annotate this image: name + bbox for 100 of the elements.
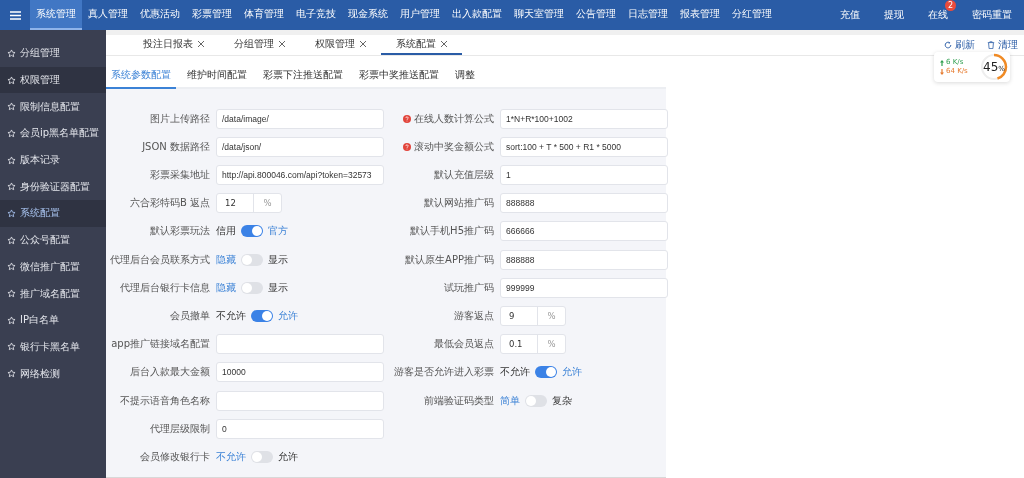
sidebar-label: 身份验证器配置	[20, 179, 90, 194]
sidebar-item[interactable]: IP白名单	[0, 306, 106, 334]
sub-tab[interactable]: 维护时间配置	[182, 63, 252, 89]
star-icon	[7, 102, 16, 112]
header-link[interactable]: 在线 2	[916, 0, 960, 30]
text-field[interactable]: 666666	[500, 221, 668, 242]
sidebar-item[interactable]: 限制信息配置	[0, 93, 106, 121]
tab-label: 系统配置	[396, 36, 436, 51]
sidebar-item[interactable]: 权限管理	[0, 66, 106, 94]
switch-option: 复杂	[552, 393, 572, 408]
switch-option: 不允许	[500, 365, 530, 380]
sidebar-item[interactable]: 会员ip黑名单配置	[0, 120, 106, 147]
switch-option: 显示	[268, 280, 288, 295]
field-label: 默认网站推广码	[424, 196, 494, 211]
field-label: 六合彩特码B 返点	[129, 196, 210, 211]
close-icon[interactable]	[279, 40, 285, 47]
toggle-switch[interactable]	[241, 281, 263, 294]
sidebar-label: 权限管理	[20, 73, 60, 88]
page-tab[interactable]: 投注日报表	[128, 35, 219, 55]
switch-option: 隐藏	[216, 252, 236, 267]
nav-tab[interactable]: 分红管理	[726, 0, 778, 30]
field-label: 代理后台银行卡信息	[120, 280, 210, 295]
toggle-switch[interactable]	[251, 450, 273, 463]
toggle-switch[interactable]	[241, 253, 263, 266]
close-icon[interactable]	[441, 40, 447, 47]
sidebar-item[interactable]: 微信推广配置	[0, 253, 106, 281]
sidebar-item[interactable]: 分组管理	[0, 40, 106, 67]
text-field[interactable]: 1*N+R*100+1002	[500, 108, 668, 129]
toggle-switch[interactable]	[535, 366, 557, 379]
sub-tab[interactable]: 彩票中奖推送配置	[354, 63, 444, 89]
close-icon[interactable]	[360, 40, 366, 47]
text-field[interactable]: /data/image/	[216, 108, 384, 129]
sidebar-label: 分组管理	[20, 46, 60, 61]
toggle-switch[interactable]	[251, 309, 273, 322]
header-link[interactable]: 充值	[828, 0, 872, 30]
field-label: 前端验证码类型	[424, 393, 494, 408]
switch-option: 信用	[216, 224, 236, 239]
text-field[interactable]: 888888	[500, 193, 668, 214]
nav-tab[interactable]: 彩票管理	[186, 0, 238, 30]
sidebar-item[interactable]: 身份验证器配置	[0, 173, 106, 201]
text-field[interactable]: /data/json/	[216, 136, 384, 157]
text-field[interactable]: http://api.800046.com/api?token=32573	[216, 165, 384, 186]
field-label: 最低会员返点	[434, 337, 494, 352]
toggle-switch[interactable]	[525, 394, 547, 407]
text-field[interactable]: 10000	[216, 362, 384, 383]
percent-field[interactable]: 9 %	[500, 305, 566, 326]
sub-tab[interactable]: 调整	[450, 63, 480, 89]
percent-field[interactable]: 0.1 %	[500, 334, 566, 355]
nav-tab[interactable]: 聊天室管理	[508, 0, 570, 30]
nav-tab[interactable]: 公告管理	[570, 0, 622, 30]
switch-option: 隐藏	[216, 280, 236, 295]
field-label: 在线人数计算公式	[414, 111, 494, 126]
header-link[interactable]: 提现	[872, 0, 916, 30]
field-label: 会员撤单	[170, 308, 210, 323]
switch-option: 简单	[500, 393, 520, 408]
sidebar-item[interactable]: 推广域名配置	[0, 280, 106, 307]
toolbar-link[interactable]: 清理	[981, 35, 1024, 55]
sidebar-item[interactable]: 系统配置	[0, 200, 106, 227]
sidebar-item[interactable]: 公众号配置	[0, 226, 106, 254]
field-label: 滚动中奖金额公式	[414, 139, 494, 154]
nav-tab[interactable]: 电子竞技	[290, 0, 342, 30]
refresh-icon	[944, 40, 952, 49]
field-label: 彩票采集地址	[150, 168, 210, 183]
nav-tab[interactable]: 报表管理	[674, 0, 726, 30]
tab-label: 投注日报表	[143, 36, 193, 51]
nav-tab[interactable]: 用户管理	[394, 0, 446, 30]
field-label: 默认原生APP推广码	[405, 252, 494, 267]
percent-field[interactable]: 12 %	[216, 193, 282, 214]
field-label: app推广链接域名配置	[111, 337, 210, 352]
sidebar-item[interactable]: 网络检测	[0, 360, 106, 387]
text-field[interactable]	[216, 390, 384, 411]
sidebar-item[interactable]: 版本记录	[0, 146, 106, 174]
nav-tab[interactable]: 体育管理	[238, 0, 290, 30]
switch-option: 允许	[278, 449, 298, 464]
star-icon	[7, 342, 16, 352]
nav-tab[interactable]: 系统管理	[30, 0, 82, 30]
text-field[interactable]: 999999	[500, 277, 668, 298]
text-field[interactable]: 1	[500, 165, 668, 186]
sub-tab[interactable]: 彩票下注推送配置	[258, 63, 348, 89]
star-icon	[7, 315, 16, 325]
page-tab[interactable]: 系统配置	[381, 35, 462, 55]
nav-tab[interactable]: 日志管理	[622, 0, 674, 30]
switch-option: 显示	[268, 252, 288, 267]
header-link[interactable]: 密码重置	[960, 0, 1024, 30]
nav-tab[interactable]: 现金系统	[342, 0, 394, 30]
text-field[interactable]: 0	[216, 418, 384, 439]
text-field[interactable]: sort:100 + T * 500 + R1 * 5000	[500, 136, 668, 157]
close-icon[interactable]	[198, 40, 204, 47]
nav-tab[interactable]: 出入款配置	[446, 0, 508, 30]
nav-tab[interactable]: 优惠活动	[134, 0, 186, 30]
sidebar-item[interactable]: 银行卡黑名单	[0, 333, 106, 361]
toggle-switch[interactable]	[241, 225, 263, 238]
field-label: 试玩推广码	[444, 280, 494, 295]
nav-tab[interactable]: 真人管理	[82, 0, 134, 30]
text-field[interactable]	[216, 334, 384, 355]
sidebar-label: 银行卡黑名单	[20, 339, 80, 354]
page-tab[interactable]: 分组管理	[219, 35, 300, 55]
page-tab[interactable]: 权限管理	[300, 35, 381, 55]
field-label: JSON 数据路径	[142, 139, 210, 154]
text-field[interactable]: 888888	[500, 249, 668, 270]
